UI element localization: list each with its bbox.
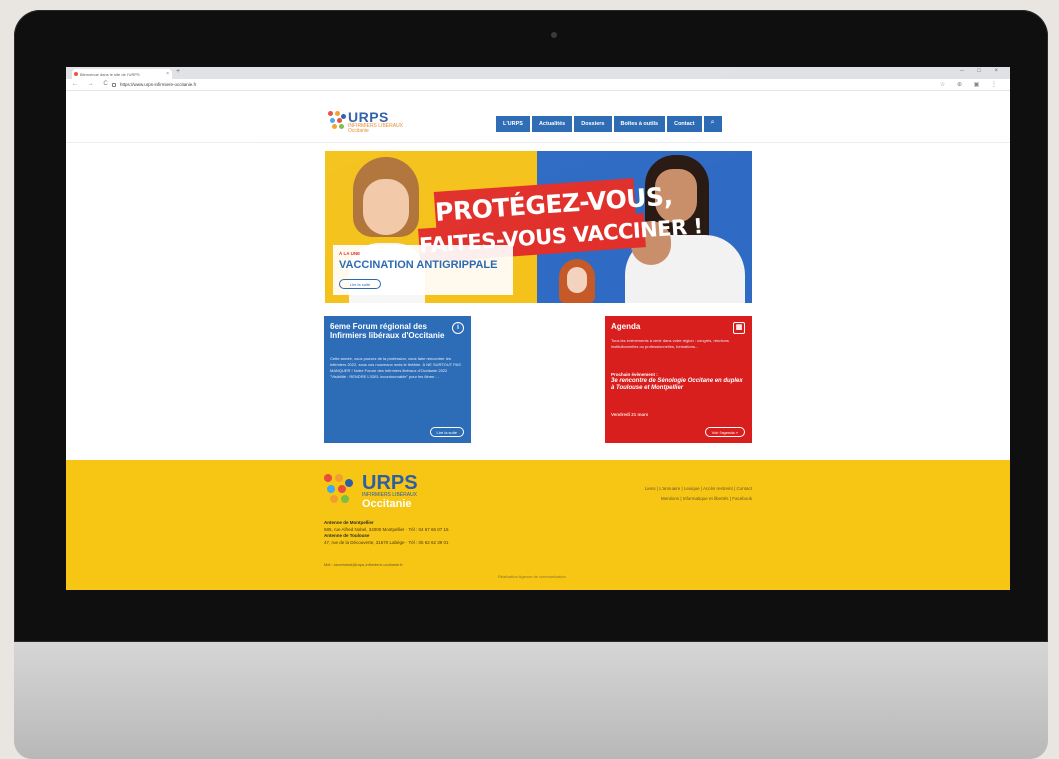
nav-item-dossiers[interactable]: Dossiers (574, 116, 612, 132)
agenda-card[interactable]: Agenda ▦ Tous les évènements à venir dan… (605, 316, 752, 443)
antenne-toulouse-label: Antenne de Toulouse (324, 533, 370, 539)
footer-credit[interactable]: Réalisation Agence de communication (498, 574, 566, 579)
forum-card-body: Cette année, vous pouvez de la professio… (330, 356, 461, 379)
tab-title: Bienvenue dans le site de l'URPS (80, 72, 140, 77)
agenda-next-label: Prochain évènement : (611, 372, 658, 377)
forum-card-title: 6eme Forum régional des Infirmiers libér… (330, 322, 445, 340)
agenda-event-date: Vendredi 21 mars (611, 412, 649, 417)
site-header: URPS INFIRMIERS LIBÉRAUX Occitanie L'URP… (66, 91, 1010, 143)
hero-caption-card: À LA UNE VACCINATION ANTIGRIPPALE Lire l… (333, 245, 513, 295)
search-icon[interactable]: ⌕ (703, 116, 722, 132)
close-icon[interactable]: × (166, 71, 169, 77)
footer-logo-dots-icon (324, 474, 354, 504)
footer-links-row2[interactable]: Mentions | Informatique et libertés | Fa… (596, 496, 752, 501)
agenda-card-body: Tous les évènements à venir dans votre r… (611, 338, 729, 349)
footer-addresses: Antenne de Montpellier 585, rue Alfred N… (324, 520, 449, 546)
antenne-montpellier-label: Antenne de Montpellier (324, 520, 374, 525)
favicon-icon (74, 72, 78, 76)
logo-region: Occitanie (348, 128, 369, 134)
hero-title: VACCINATION ANTIGRIPPALE (339, 259, 498, 271)
hero-photo-girl (559, 259, 595, 303)
hero-kicker: À LA UNE (339, 251, 361, 256)
footer-logo-region: Occitanie (362, 498, 412, 510)
antenne-montpellier-address: 585, rue Alfred Nobel, 34000 Montpellier… (324, 526, 449, 532)
logo-dots-icon (328, 111, 346, 129)
camera-dot (551, 32, 557, 38)
extension-icons[interactable]: ☆ ⊕ ▣ ⋮ (940, 81, 1002, 88)
nav-item-actualites[interactable]: Actualités (531, 116, 573, 132)
window-controls[interactable]: – □ × (960, 68, 1004, 74)
url-input[interactable]: https://www.urps-infirmiere-occitanie.fr (120, 82, 196, 87)
footer-email[interactable]: Mél : secretariat@urps-infirmiere-occita… (324, 562, 403, 567)
nav-item-boites-a-outils[interactable]: Boîtes à outils (613, 116, 666, 132)
forum-card[interactable]: 6eme Forum régional des Infirmiers libér… (324, 316, 471, 443)
main-nav: L'URPS Actualités Dossiers Boîtes à outi… (496, 116, 722, 132)
monitor-chin (14, 642, 1048, 759)
antenne-toulouse-address: 47, rue de la Découverte, 31670 Labège ·… (324, 539, 449, 545)
site-footer: URPS INFIRMIERS LIBÉRAUX Occitanie Anten… (66, 460, 1010, 590)
site-logo[interactable]: URPS INFIRMIERS LIBÉRAUX Occitanie (328, 109, 408, 139)
browser-address-bar: ← → C https://www.urps-infirmiere-occita… (66, 79, 1010, 91)
new-tab-icon[interactable]: + (176, 68, 180, 75)
agenda-card-title: Agenda (611, 322, 641, 331)
screen: Bienvenue dans le site de l'URPS × + – □… (66, 67, 1010, 590)
browser-tab-bar: Bienvenue dans le site de l'URPS × + – □… (66, 67, 1010, 79)
lock-icon (112, 83, 116, 87)
agenda-next-event[interactable]: 3e rencontre de Sénologie Occitane en du… (611, 378, 747, 392)
browser-nav-buttons[interactable]: ← → C (72, 81, 112, 87)
footer-links-row1[interactable]: Liens | L'annuaire | Lexique | Accès res… (584, 482, 752, 495)
browser-tab[interactable]: Bienvenue dans le site de l'URPS × (72, 69, 172, 79)
forum-read-more-button[interactable]: Lire la suite (429, 427, 464, 437)
calendar-icon: ▦ (733, 322, 745, 334)
nav-item-contact[interactable]: Contact (667, 116, 702, 132)
hero-read-more-button[interactable]: Lire la suite (339, 279, 381, 289)
hero-banner[interactable]: PROTÉGEZ-VOUS, FAITES-VOUS VACCINER ! À … (325, 151, 752, 303)
nav-item-urps[interactable]: L'URPS (496, 116, 530, 132)
info-icon: i (452, 322, 464, 334)
agenda-view-button[interactable]: Voir l'agenda » (704, 427, 745, 437)
footer-logo[interactable]: URPS INFIRMIERS LIBÉRAUX Occitanie (324, 470, 444, 510)
